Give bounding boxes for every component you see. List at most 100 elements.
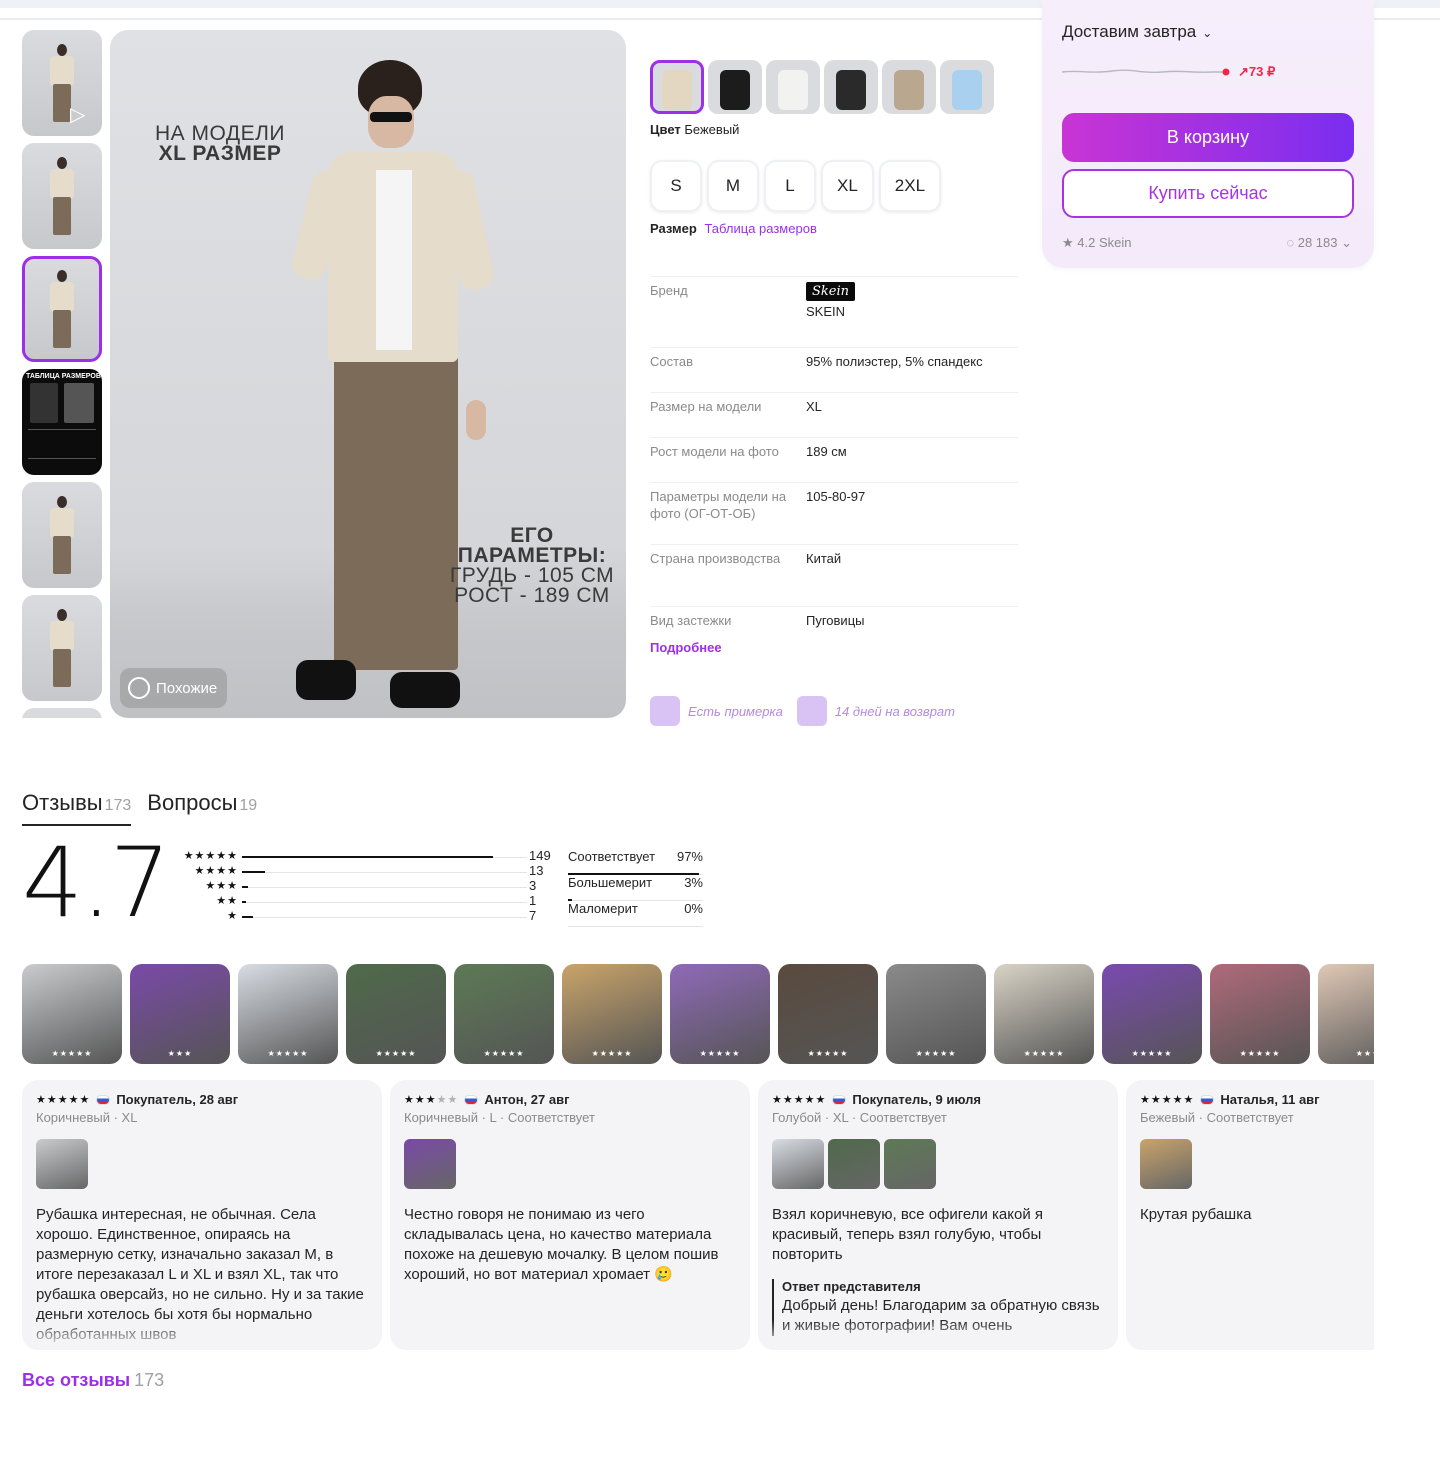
- review-photo[interactable]: ★★★★★: [886, 964, 986, 1064]
- review-photo-stars: ★★★★★: [807, 1049, 849, 1058]
- more-details-link[interactable]: Подробнее: [650, 640, 722, 655]
- thumbnail-image[interactable]: [22, 595, 102, 701]
- review-images: [404, 1139, 736, 1189]
- tab-questions[interactable]: Вопросы 19: [147, 790, 257, 826]
- seller-rating[interactable]: ★ 4.2 Skein: [1062, 235, 1131, 251]
- tab-questions-count: 19: [239, 797, 258, 814]
- size-option[interactable]: XL: [821, 160, 874, 212]
- review-photo[interactable]: ★★★★★: [562, 964, 662, 1064]
- spec-value: Китай: [806, 550, 1018, 606]
- review-photo-stars: ★★★★★: [375, 1049, 417, 1058]
- add-to-cart-button[interactable]: В корзину: [1062, 113, 1354, 162]
- spec-key: Параметры модели на фото (ОГ-ОТ-ОБ): [650, 489, 787, 521]
- tab-reviews[interactable]: Отзывы 173: [22, 790, 132, 826]
- size-selector: S M L XL 2XL: [650, 160, 942, 212]
- thumbnail-image[interactable]: [22, 143, 102, 249]
- color-label-key: Цвет: [650, 122, 681, 137]
- review-photo[interactable]: ★★★: [1318, 964, 1374, 1064]
- spec-key: Размер на модели: [650, 399, 762, 414]
- color-swatch-beige[interactable]: [650, 60, 704, 114]
- tab-questions-label: Вопросы: [147, 790, 238, 815]
- size-label-key: Размер: [650, 221, 697, 236]
- main-product-photo[interactable]: НА МОДЕЛИ XL РАЗМЕР ЕГО ПАРАМЕТРЫ: ГРУДЬ…: [110, 30, 626, 718]
- buy-now-button[interactable]: Купить сейчас: [1062, 169, 1354, 218]
- review-card[interactable]: ★★★★★ Наталья, 11 авг Бежевый · Соответств…: [1126, 1080, 1374, 1350]
- rating-row-fill: [242, 901, 246, 903]
- review-stars: ★★★★★: [36, 1093, 90, 1106]
- review-stars-filled: ★★★★★: [1140, 1094, 1195, 1106]
- rating-row-count: 7: [529, 908, 537, 923]
- color-swatch-white[interactable]: [766, 60, 820, 114]
- fit-label: Маломерит: [568, 901, 638, 916]
- delivery-label: Доставим завтра: [1062, 22, 1197, 41]
- review-photo[interactable]: ★★★★★: [778, 964, 878, 1064]
- review-meta: Коричневый · XL: [36, 1110, 138, 1125]
- review-photo[interactable]: ★★★★★: [454, 964, 554, 1064]
- review-image[interactable]: [36, 1139, 88, 1189]
- review-photo-stars: ★★★★★: [1023, 1049, 1065, 1058]
- size-option[interactable]: L: [764, 160, 816, 212]
- color-swatch-light-blue[interactable]: [940, 60, 994, 114]
- fit-value: 3%: [684, 875, 703, 890]
- thumbnail-size-table[interactable]: ТАБЛИЦА РАЗМЕРОВ: [22, 369, 102, 475]
- review-card[interactable]: ★★★★★ Покупатель, 9 июля Голубой · XL · Со…: [758, 1080, 1118, 1350]
- seller-reviews[interactable]: ◌ 28 183 ⌄: [1286, 235, 1352, 251]
- thumbnail-image[interactable]: [22, 482, 102, 588]
- color-swatch-black-2[interactable]: [824, 60, 878, 114]
- review-photo[interactable]: ★★★★★: [670, 964, 770, 1064]
- thumbnail-figure: [48, 157, 76, 237]
- brand-logo[interactable]: Skein: [806, 282, 856, 301]
- perk-fitting: Есть примерка: [688, 703, 783, 719]
- similar-button[interactable]: Похожие: [120, 668, 228, 708]
- size-option[interactable]: S: [650, 160, 702, 212]
- size-table-thumb-title: ТАБЛИЦА РАЗМЕРОВ: [26, 373, 101, 380]
- swatch-shirt: [778, 70, 808, 110]
- review-image[interactable]: [884, 1139, 936, 1189]
- color-swatch-black[interactable]: [708, 60, 762, 114]
- review-text: Честно говоря не понимаю из чего складыв…: [404, 1206, 719, 1283]
- review-photo[interactable]: ★★★★★: [994, 964, 1094, 1064]
- size-label: Размер Таблица размеров: [650, 221, 817, 236]
- review-author: Наталья, 11 авг: [1220, 1092, 1320, 1107]
- spec-value-text: 189 см: [806, 444, 847, 459]
- review-card[interactable]: ★★★★★ Антон, 27 авг Коричневый · L · Соотв…: [390, 1080, 750, 1350]
- size-option[interactable]: M: [707, 160, 759, 212]
- color-swatches: [650, 60, 994, 114]
- thumbnail-figure: [48, 496, 76, 576]
- review-photo[interactable]: ★★★★★: [346, 964, 446, 1064]
- spec-value: Пуговицы: [806, 612, 1018, 651]
- spec-key: Рост модели на фото: [650, 444, 779, 459]
- review-photo-stars: ★★★★★: [1239, 1049, 1281, 1058]
- spec-value-text[interactable]: SKEIN: [806, 304, 845, 319]
- color-swatch-khaki[interactable]: [882, 60, 936, 114]
- review-image[interactable]: [404, 1139, 456, 1189]
- review-image[interactable]: [772, 1139, 824, 1189]
- review-photo[interactable]: ★★★★★: [1210, 964, 1310, 1064]
- review-photo-stars: ★★★: [1355, 1049, 1374, 1058]
- all-reviews-link[interactable]: Все отзывы 173: [22, 1370, 164, 1391]
- review-image[interactable]: [828, 1139, 880, 1189]
- review-photo[interactable]: ★★★★★: [22, 964, 122, 1064]
- delivery-dropdown[interactable]: Доставим завтра ⌄: [1062, 22, 1212, 42]
- text-fade: [758, 1320, 1118, 1350]
- size-option[interactable]: 2XL: [878, 160, 942, 212]
- review-image[interactable]: [1140, 1139, 1192, 1189]
- thumbnail-rail[interactable]: ▷ ТАБЛИЦА РАЗМЕРОВ: [22, 30, 102, 718]
- review-photos-strip: ★★★★★ ★★★ ★★★★★ ★★★★★ ★★★★★ ★★★★★ ★★★★★ ★★★★★ ★★…: [22, 964, 1374, 1064]
- size-table-link[interactable]: Таблица размеров: [704, 221, 816, 236]
- review-meta: Голубой · XL · Соответствует: [772, 1110, 947, 1125]
- review-photo[interactable]: ★★★★★: [238, 964, 338, 1064]
- photo-caption-line: ЕГО: [510, 524, 554, 547]
- all-reviews-label: Все отзывы: [22, 1370, 131, 1390]
- review-card[interactable]: ★★★★★ Покупатель, 28 авг Коричневый · XL Ру…: [22, 1080, 382, 1350]
- review-photo[interactable]: ★★★: [130, 964, 230, 1064]
- buy-box: Доставим завтра ⌄ ↗73 ₽ В корзину Купить …: [1042, 0, 1374, 268]
- fit-label: Соответствует: [568, 849, 656, 864]
- review-photo[interactable]: ★★★★★: [1102, 964, 1202, 1064]
- thumbnail-image[interactable]: [22, 708, 102, 718]
- fit-value: 97%: [676, 849, 703, 864]
- thumbnail-image-active[interactable]: [22, 256, 102, 362]
- thumbnail-video[interactable]: ▷: [22, 30, 102, 136]
- rating-row-count: 13: [529, 863, 544, 878]
- size-table-thumb-rows: [28, 429, 96, 459]
